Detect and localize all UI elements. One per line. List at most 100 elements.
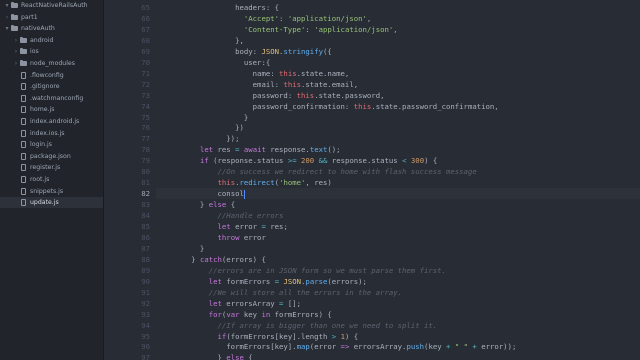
code-token: .state.password, (314, 90, 385, 100)
chevron-right-icon[interactable]: › (13, 58, 19, 69)
tree-folder-1[interactable]: › part1 (0, 12, 103, 23)
code-token: this (279, 68, 297, 78)
tree-file-6[interactable]: .flowconfig (0, 70, 103, 81)
code-token: this (283, 79, 301, 89)
code-line[interactable]: if (response.status >= 200 && response.s… (156, 155, 640, 166)
code-line[interactable]: password: this.state.password, (156, 90, 640, 101)
code-token: .state.password_confirmation, (371, 101, 499, 111)
code-line[interactable]: //On success we redirect to home with fl… (156, 166, 640, 177)
code-line[interactable]: password_confirmation: this.state.passwo… (156, 101, 640, 112)
code-token: (key (424, 342, 447, 352)
code-line[interactable]: body: JSON.stringify({ (156, 46, 640, 57)
code-line[interactable]: } (156, 243, 640, 254)
tree-item-label: root.js (30, 176, 50, 183)
code-token: ) { (424, 156, 438, 166)
tree-file-9[interactable]: home.js (0, 104, 103, 115)
code-token: 'application/json' (314, 24, 394, 34)
tree-file-12[interactable]: login.js (0, 139, 103, 150)
tree-file-15[interactable]: root.js (0, 174, 103, 185)
code-line[interactable]: let res = await response.text(); (156, 144, 640, 155)
code-line[interactable]: } else { (156, 199, 640, 210)
folder-icon (11, 23, 19, 34)
code-editor[interactable]: 65 66 67 68 69 70 71 72 73 74 75 76 77 78 79 80 81 82 83 84… (104, 0, 640, 360)
tree-folder-0[interactable]: ▾ ReactNativeRailsAuth (0, 0, 103, 11)
code-line[interactable]: //Handle errors (156, 210, 640, 221)
code-token: >= (287, 156, 297, 166)
tree-file-7[interactable]: .gitignore (0, 81, 103, 92)
file-tree-sidebar[interactable]: ▾ ReactNativeRailsAuth › part1 ▾ nativeAuth › a… (0, 0, 104, 360)
code-line[interactable]: } else { (156, 352, 640, 360)
tree-file-11[interactable]: index.ios.js (0, 128, 103, 139)
code-line[interactable]: } catch(errors) { (156, 254, 640, 265)
line-number: 74 (141, 101, 150, 111)
code-line[interactable]: }); (156, 133, 640, 144)
tree-file-17[interactable]: update.js (0, 197, 103, 209)
code-line[interactable]: //If array is bigger than one we need to… (156, 320, 640, 331)
code-line[interactable]: //We will store all the errors in the ar… (156, 287, 640, 298)
code-token: headers (235, 3, 266, 12)
code-token: []; (283, 298, 302, 308)
code-line[interactable]: }, (156, 35, 640, 46)
code-token: formErrors) { (270, 309, 332, 319)
code-line[interactable]: formErrors[key].map(error => errorsArray… (156, 341, 640, 352)
tree-file-8[interactable]: .watchmanconfig (0, 93, 103, 104)
code-line[interactable]: }) (156, 122, 640, 133)
chevron-right-icon[interactable]: › (13, 35, 19, 46)
code-line[interactable]: let error = res; (156, 221, 640, 232)
code-token: } (156, 243, 205, 253)
tree-folder-4[interactable]: › ios (0, 46, 103, 57)
code-token: let (217, 222, 231, 231)
folder-icon (20, 58, 28, 69)
chevron-down-icon[interactable]: ▾ (4, 23, 10, 34)
chevron-down-icon[interactable]: ▾ (4, 0, 10, 11)
code-line[interactable]: throw error (156, 232, 640, 243)
code-token: this (296, 90, 315, 100)
tree-file-16[interactable]: snippets.js (0, 186, 103, 197)
code-line[interactable]: user:{ (156, 57, 640, 68)
code-token: (); (327, 145, 341, 155)
code-token: map (296, 342, 310, 352)
tree-folder-2[interactable]: ▾ nativeAuth (0, 23, 103, 34)
tree-item-label: index.android.js (30, 118, 80, 125)
code-token: key (239, 309, 262, 319)
code-line[interactable]: let errorsArray = []; (156, 298, 640, 309)
code-token: let (199, 145, 214, 155)
code-line[interactable]: for(var key in formErrors) { (156, 309, 640, 320)
tree-item-label: home.js (30, 106, 55, 114)
code-line[interactable]: 'Content-Type': 'application/json', (156, 24, 640, 35)
code-line[interactable]: name: this.state.name, (156, 68, 640, 79)
tree-item-label: nativeAuth (21, 25, 55, 33)
chevron-right-icon[interactable]: › (13, 46, 19, 57)
code-line[interactable]: consol (156, 188, 640, 200)
file-icon (20, 162, 28, 173)
tree-item-label: register.js (30, 164, 61, 172)
code-line[interactable]: 'Accept': 'application/json', (156, 13, 640, 24)
code-line[interactable]: this.redirect('home', res) (156, 177, 640, 188)
code-line[interactable]: headers: { (156, 2, 640, 13)
code-token: this (217, 178, 236, 188)
code-area[interactable]: headers: { 'Accept': 'application/json',… (156, 0, 640, 360)
code-line[interactable]: } (156, 112, 640, 123)
tree-folder-5[interactable]: › node_modules (0, 58, 103, 69)
tree-file-10[interactable]: index.android.js (0, 116, 103, 127)
code-token: }); (156, 134, 240, 144)
tree-file-14[interactable]: register.js (0, 162, 103, 173)
code-line[interactable]: let formErrors = JSON.parse(errors); (156, 276, 640, 287)
code-token: ) { (344, 331, 359, 341)
code-token: } (156, 112, 249, 122)
code-token: stringify (283, 46, 323, 56)
code-line[interactable]: //errors are in JSON form so we must par… (156, 265, 640, 276)
tree-folder-3[interactable]: › android (0, 35, 103, 46)
code-line[interactable]: if(formErrors[key].length > 1) { (156, 331, 640, 342)
chevron-right-icon[interactable]: › (4, 12, 10, 23)
code-line[interactable]: email: this.state.email, (156, 79, 640, 90)
tree-file-13[interactable]: package.json (0, 151, 103, 162)
file-icon (20, 116, 28, 127)
